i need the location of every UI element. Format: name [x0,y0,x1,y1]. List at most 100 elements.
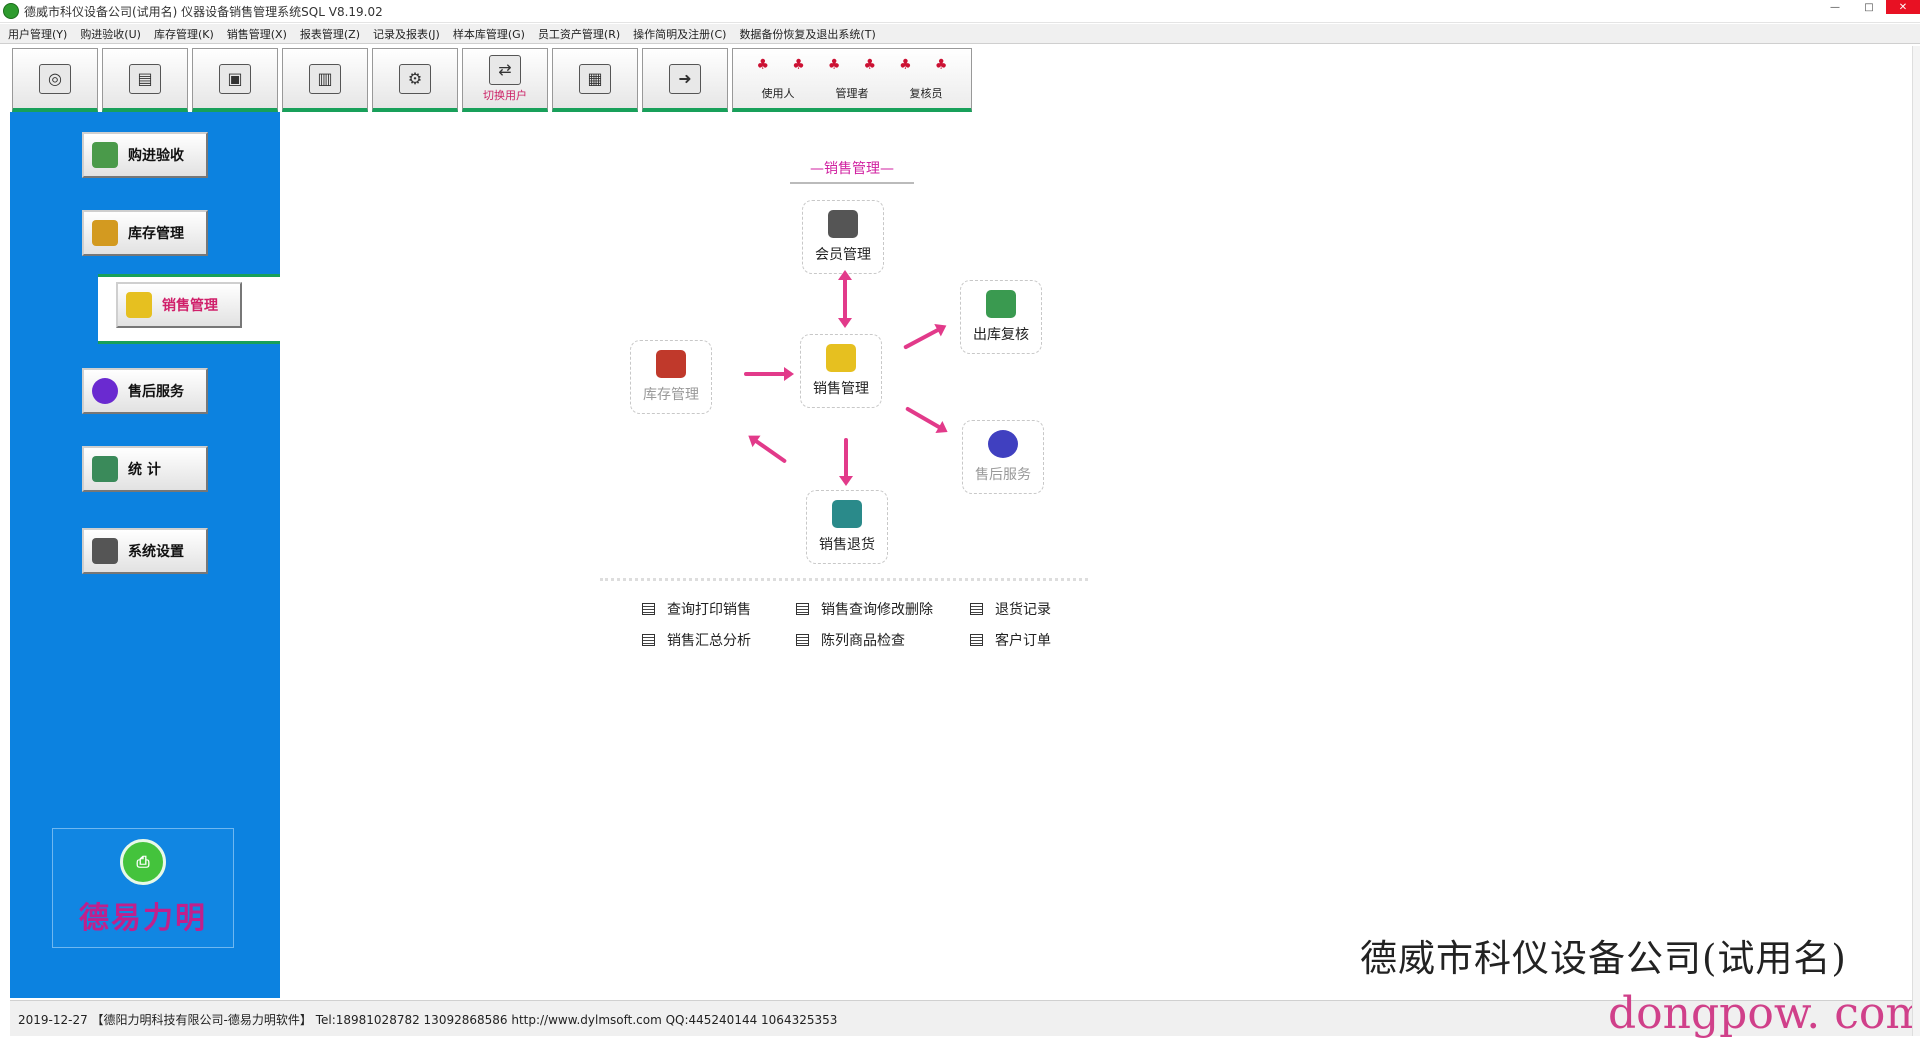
toolbar: ◎ ▤ ▣ ▥ ⚙ ⇄ 切换用户 ▦ ➜ ♣ ♣ ♣ ♣ ♣ ♣ 使用人 管理者… [12,48,984,112]
toolbar-button-tools[interactable]: ⚙ [372,48,458,112]
service-icon [988,430,1018,458]
link-label: 客户订单 [995,633,1051,649]
user-role-labels: 使用人 管理者 复核员 [733,79,971,101]
promo-panel[interactable]: ⎙ 德易力明 [52,828,234,948]
diagram-title: —销售管理— [790,158,914,184]
vertical-scrollbar[interactable] [1912,46,1920,1036]
sidebar-item-stock[interactable]: 库存管理 [82,210,208,256]
role-icon: ♣ [756,57,770,73]
link-display-check[interactable]: 陈列商品检查 [796,630,905,650]
app-icon [3,3,19,19]
outbound-icon [986,290,1016,318]
node-member[interactable]: 会员管理 [802,200,884,274]
maximize-button[interactable]: □ [1852,0,1886,14]
form-icon: ▥ [309,63,341,94]
node-label: 出库复核 [973,327,1029,343]
node-stock[interactable]: 库存管理 [630,340,712,414]
role-icon: ♣ [899,57,912,73]
link-query-print-sales[interactable]: 查询打印销售 [642,599,751,619]
node-label: 库存管理 [643,387,699,403]
role-manager-button[interactable]: 管理者 [836,85,869,101]
node-sales-center[interactable]: 销售管理 [800,334,882,408]
settings-icon [92,538,118,564]
sidebar-item-sales[interactable]: 销售管理 [116,282,242,328]
link-sales-summary[interactable]: 销售汇总分析 [642,630,751,650]
building-icon: ▦ [579,63,611,94]
arrow-center-service [905,406,942,430]
stats-icon [92,456,118,482]
menu-records[interactable]: 记录及报表(J) [373,26,440,42]
switch-user-icon: ⇄ [489,54,521,85]
diagram-divider [600,578,1088,581]
link-label: 退货记录 [995,602,1051,618]
member-icon [828,210,858,238]
link-sales-edit-delete[interactable]: 销售查询修改删除 [796,599,933,619]
list-icon [796,634,809,646]
toolbar-button-ledger[interactable]: ▤ [102,48,188,112]
menu-reports[interactable]: 报表管理(Z) [300,26,360,42]
menu-samples[interactable]: 样本库管理(G) [453,26,525,42]
user-role-icons: ♣ ♣ ♣ ♣ ♣ ♣ [733,49,971,79]
title-bar: 德威市科仪设备公司(试用名) 仪器设备销售管理系统SQL V8.19.02 — … [0,0,1920,23]
link-return-records[interactable]: 退货记录 [970,599,1051,619]
user-role-panel: ♣ ♣ ♣ ♣ ♣ ♣ 使用人 管理者 复核员 [732,48,972,112]
close-button[interactable]: ✕ [1886,0,1920,14]
toolbar-button-box[interactable]: ▣ [192,48,278,112]
cart-icon [126,292,152,318]
menu-user[interactable]: 用户管理(Y) [8,26,67,42]
menu-help[interactable]: 操作简明及注册(C) [633,26,726,42]
list-icon [970,634,983,646]
sidebar-item-purchase[interactable]: 购进验收 [82,132,208,178]
menu-sales[interactable]: 销售管理(X) [227,26,287,42]
sidebar-item-label: 购进验收 [128,148,184,164]
link-label: 陈列商品检查 [821,633,905,649]
toolbar-button-form[interactable]: ▥ [282,48,368,112]
company-name: 德威市科仪设备公司(试用名) [1360,937,1847,980]
node-outbound[interactable]: 出库复核 [960,280,1042,354]
sidebar-item-label: 统 计 [128,462,161,478]
menu-staff[interactable]: 员工资产管理(R) [538,26,620,42]
sidebar-item-label: 售后服务 [128,384,184,400]
link-customer-orders[interactable]: 客户订单 [970,630,1051,650]
menu-stock[interactable]: 库存管理(K) [154,26,214,42]
exit-icon: ➜ [669,63,701,94]
node-label: 售后服务 [975,467,1031,483]
watermark: dongpow. com [1608,988,1920,1039]
arrow-member-center [843,278,847,320]
sidebar: 购进验收 库存管理 销售管理 售后服务 统 计 系统设置 ⎙ 德易力明 [10,112,280,998]
role-icon: ♣ [792,57,805,73]
box-icon: ▣ [219,63,251,94]
role-icon: ♣ [934,57,948,73]
role-icon: ♣ [863,57,877,73]
sidebar-item-stats[interactable]: 统 计 [82,446,208,492]
menu-purchase[interactable]: 购进验收(U) [80,26,141,42]
window-title: 德威市科仪设备公司(试用名) 仪器设备销售管理系统SQL V8.19.02 [24,5,383,19]
role-icon: ♣ [827,57,841,73]
link-label: 查询打印销售 [667,602,751,618]
node-returns[interactable]: 销售退货 [806,490,888,564]
list-icon [796,603,809,615]
menu-bar: 用户管理(Y) 购进验收(U) 库存管理(K) 销售管理(X) 报表管理(Z) … [0,24,1920,44]
returns-icon [832,500,862,528]
sidebar-item-label: 销售管理 [162,298,218,314]
sidebar-item-label: 库存管理 [128,226,184,242]
arrow-center-outbound [903,327,941,350]
toolbar-button-globe[interactable]: ◎ [12,48,98,112]
toolbar-button-exit[interactable]: ➜ [642,48,728,112]
toolbar-button-building[interactable]: ▦ [552,48,638,112]
tools-icon: ⚙ [399,63,431,94]
node-label: 会员管理 [815,247,871,263]
switch-user-button[interactable]: ⇄ 切换用户 [462,48,548,112]
sidebar-item-settings[interactable]: 系统设置 [82,528,208,574]
arrow-center-returns [844,438,848,478]
node-service[interactable]: 售后服务 [962,420,1044,494]
role-user-button[interactable]: 使用人 [762,85,795,101]
role-reviewer-button[interactable]: 复核员 [910,85,943,101]
menu-backup-exit[interactable]: 数据备份恢复及退出系统(T) [739,26,875,42]
sidebar-item-service[interactable]: 售后服务 [82,368,208,414]
arrow-stock-center [744,367,794,381]
stock-icon [92,220,118,246]
purchase-icon [92,142,118,168]
node-label: 销售管理 [813,381,869,397]
minimize-button[interactable]: — [1818,0,1852,14]
